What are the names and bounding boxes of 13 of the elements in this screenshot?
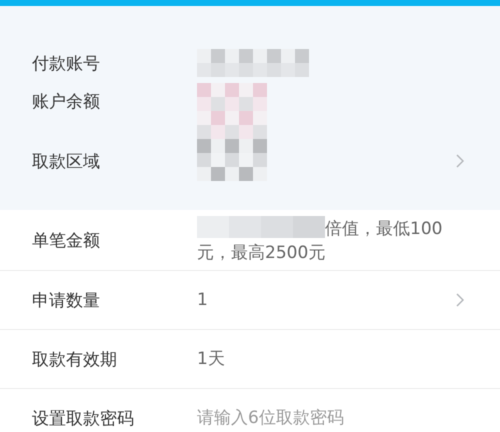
field-value: 1天 bbox=[197, 348, 226, 371]
field-label: 设置取款密码 bbox=[32, 408, 135, 430]
field-label: 取款区域 bbox=[32, 150, 101, 172]
password-field[interactable]: 请输入6位取款密码 bbox=[197, 408, 437, 428]
chevron-icon[interactable] bbox=[456, 154, 464, 168]
field-value: 1 bbox=[197, 289, 209, 312]
field-value: 倍值，最低100元，最高2500元 bbox=[197, 216, 447, 264]
field-label: 单笔金额 bbox=[32, 230, 101, 252]
field-label: 申请数量 bbox=[32, 290, 101, 312]
chevron-icon[interactable] bbox=[456, 293, 464, 307]
field-label: 账户余额 bbox=[32, 91, 101, 113]
field-label: 取款有效期 bbox=[32, 348, 118, 370]
field-label: 付款账号 bbox=[32, 52, 101, 74]
